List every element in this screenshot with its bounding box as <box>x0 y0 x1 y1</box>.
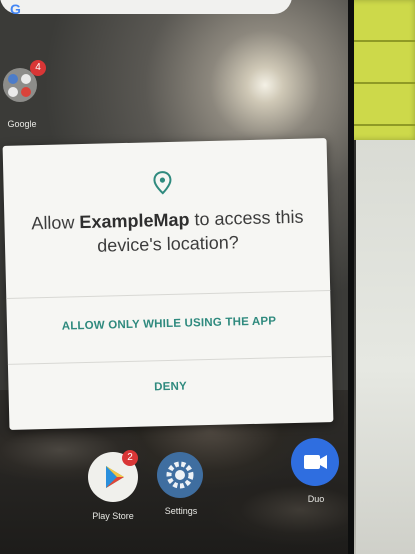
google-logo-icon: G <box>10 1 21 17</box>
sticky-note-line <box>350 124 415 126</box>
duo-label: Duo <box>307 494 325 504</box>
search-bar[interactable]: G <box>0 0 292 17</box>
location-pin-icon <box>153 171 172 195</box>
play-store-label: Play Store <box>92 511 134 521</box>
deny-button[interactable]: DENY <box>8 376 332 398</box>
paper-background <box>356 140 415 554</box>
allow-while-using-button[interactable]: ALLOW ONLY WHILE USING THE APP <box>7 313 331 335</box>
sticky-note-line <box>350 82 415 84</box>
app-name: ExampleMap <box>79 209 190 233</box>
divider <box>7 356 332 365</box>
divider <box>6 290 331 299</box>
duo-app[interactable] <box>291 438 339 486</box>
sticky-note <box>350 0 415 140</box>
video-camera-icon <box>304 455 327 469</box>
settings-gear-icon <box>166 461 194 489</box>
settings-app[interactable] <box>157 452 203 498</box>
photo-of-phone: G 4 Google 2 Play Store Settings Duo All… <box>0 0 415 554</box>
settings-label: Settings <box>164 506 198 516</box>
location-permission-dialog: Allow ExampleMap to access this device's… <box>2 138 334 430</box>
notification-badge: 2 <box>122 450 138 466</box>
folder-label: Google <box>7 119 37 129</box>
folder-app-icon <box>21 87 31 97</box>
notification-badge: 4 <box>30 60 46 76</box>
folder-app-icon <box>8 74 18 84</box>
dialog-title: Allow ExampleMap to access this device's… <box>28 205 307 260</box>
title-prefix: Allow <box>31 212 80 234</box>
folder-app-icon <box>21 74 31 84</box>
folder-app-icon <box>8 87 18 97</box>
sticky-note-line <box>350 40 415 42</box>
